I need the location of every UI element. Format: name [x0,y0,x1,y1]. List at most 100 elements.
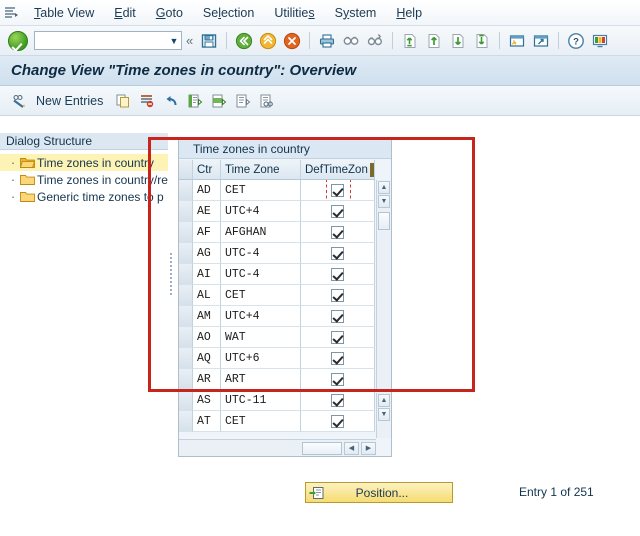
row-selector[interactable] [179,306,193,327]
cell-def-time-zone[interactable] [301,201,375,222]
column-header-time-zone[interactable]: Time Zone [221,160,301,180]
table-row[interactable]: AG UTC-4 [179,243,391,264]
cell-def-time-zone[interactable] [301,369,375,390]
print-icon[interactable] [316,30,338,52]
scroll-right-icon[interactable]: ▶ [361,441,376,455]
sap-menu-icon[interactable] [2,4,20,22]
cell-ctr[interactable]: AR [193,369,221,390]
first-page-icon[interactable] [399,30,421,52]
cell-ctr[interactable]: AS [193,390,221,411]
customize-local-layout-icon[interactable] [589,30,611,52]
menu-table-view[interactable]: Table View [24,3,104,23]
tree-item-time-zones-in-country-region[interactable]: · Time zones in country/re [0,171,168,188]
tree-item-time-zones-in-country[interactable]: · Time zones in country [0,154,168,171]
def-time-zone-checkbox[interactable] [331,330,344,344]
cell-time-zone[interactable]: CET [221,285,301,306]
select-all-column-header[interactable] [179,160,193,180]
table-vertical-scrollbar[interactable]: ▲ ▼ [376,180,391,392]
scroll-down-icon[interactable]: ▼ [378,195,390,208]
column-header-ctr[interactable]: Ctr [193,160,221,180]
details-icon[interactable] [256,90,278,112]
scroll-up-icon[interactable]: ▲ [378,181,390,194]
vertical-scrollbar-thumb[interactable] [378,212,390,230]
table-row[interactable]: AS UTC-11 [179,390,391,411]
cell-ctr[interactable]: AT [193,411,221,432]
tree-item-generic-time-zones[interactable]: · Generic time zones to p [0,188,168,205]
double-chevron-left-icon[interactable]: « [182,33,197,48]
cell-def-time-zone[interactable] [301,411,375,432]
cell-def-time-zone[interactable] [301,306,375,327]
def-time-zone-checkbox[interactable] [331,183,344,197]
splitter-grip[interactable] [170,253,172,297]
table-vertical-scrollbar-secondary[interactable]: ▲ ▼ [376,393,391,438]
menu-selection[interactable]: Selection [193,3,264,23]
menu-edit[interactable]: Edit [104,3,146,23]
find-next-icon[interactable] [364,30,386,52]
cell-time-zone[interactable]: UTC+4 [221,201,301,222]
row-selector[interactable] [179,180,193,201]
table-row[interactable]: AQ UTC+6 [179,348,391,369]
menu-utilities[interactable]: Utilities [264,3,324,23]
def-time-zone-checkbox[interactable] [331,393,344,407]
table-row[interactable]: AL CET [179,285,391,306]
cell-def-time-zone[interactable] [301,348,375,369]
create-session-icon[interactable] [506,30,528,52]
previous-page-icon[interactable] [423,30,445,52]
def-time-zone-checkbox[interactable] [331,372,344,386]
cell-time-zone[interactable]: ART [221,369,301,390]
table-row[interactable]: AR ART [179,369,391,390]
cell-def-time-zone[interactable] [301,327,375,348]
table-row[interactable]: AF AFGHAN [179,222,391,243]
table-row[interactable]: AD CET [179,180,391,201]
next-page-icon[interactable] [447,30,469,52]
cell-time-zone[interactable]: CET [221,411,301,432]
menu-help[interactable]: Help [386,3,432,23]
cell-time-zone[interactable]: AFGHAN [221,222,301,243]
cancel-icon[interactable] [281,30,303,52]
row-selector[interactable] [179,243,193,264]
cell-def-time-zone[interactable] [301,264,375,285]
menu-goto[interactable]: Goto [146,3,193,23]
panel-splitter[interactable] [168,133,174,536]
cell-time-zone[interactable]: UTC+6 [221,348,301,369]
row-selector[interactable] [179,348,193,369]
cell-time-zone[interactable]: UTC-11 [221,390,301,411]
row-selector[interactable] [179,264,193,285]
green-check-enter-icon[interactable] [8,30,28,51]
horizontal-scrollbar-thumb[interactable] [302,441,342,455]
back-icon[interactable] [233,30,255,52]
cell-time-zone[interactable]: UTC+4 [221,306,301,327]
cell-time-zone[interactable]: UTC-4 [221,264,301,285]
column-header-def-time-zone[interactable]: DefTimeZon [301,160,375,180]
table-row[interactable]: AM UTC+4 [179,306,391,327]
cell-def-time-zone[interactable] [301,285,375,306]
cell-time-zone[interactable]: WAT [221,327,301,348]
table-row[interactable]: AE UTC+4 [179,201,391,222]
create-shortcut-icon[interactable] [530,30,552,52]
row-selector[interactable] [179,201,193,222]
scroll-down-icon[interactable]: ▼ [378,408,390,421]
cell-ctr[interactable]: AO [193,327,221,348]
cell-def-time-zone[interactable] [301,243,375,264]
table-row[interactable]: AI UTC-4 [179,264,391,285]
last-page-icon[interactable] [471,30,493,52]
def-time-zone-checkbox[interactable] [331,309,344,323]
def-time-zone-checkbox[interactable] [331,225,344,239]
table-horizontal-scrollbar[interactable]: ◀ ▶ [179,439,376,456]
delete-icon[interactable] [136,90,158,112]
save-icon[interactable] [198,30,220,52]
scroll-left-icon[interactable]: ◀ [344,441,359,455]
chevron-down-icon[interactable]: ▼ [169,32,179,49]
new-entries-button[interactable]: New Entries [32,92,111,110]
select-all-icon[interactable] [184,90,206,112]
position-button[interactable]: Position... [305,482,453,503]
cell-ctr[interactable]: AG [193,243,221,264]
command-field[interactable]: ▼ [34,31,182,50]
row-selector[interactable] [179,285,193,306]
cell-ctr[interactable]: AI [193,264,221,285]
def-time-zone-checkbox[interactable] [331,414,344,428]
row-selector[interactable] [179,222,193,243]
row-selector[interactable] [179,327,193,348]
select-block-icon[interactable] [208,90,230,112]
def-time-zone-checkbox[interactable] [331,204,344,218]
